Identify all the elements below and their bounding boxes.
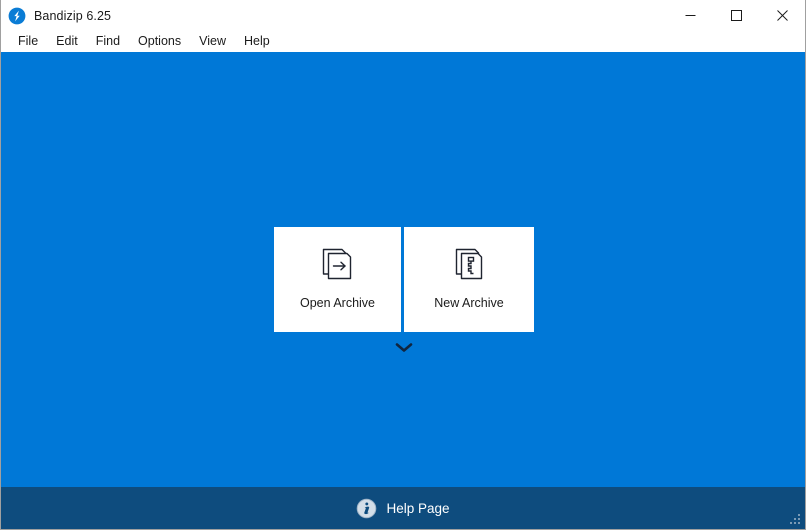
menu-bar: File Edit Find Options View Help [1, 31, 805, 52]
menu-item-options[interactable]: Options [129, 32, 190, 51]
open-archive-button[interactable]: Open Archive [274, 227, 404, 332]
window-title: Bandizip 6.25 [34, 8, 112, 23]
menu-item-help[interactable]: Help [235, 32, 279, 51]
close-icon [776, 10, 788, 21]
window-controls [667, 0, 805, 31]
maximize-icon [730, 10, 742, 21]
new-archive-label: New Archive [434, 296, 504, 310]
title-bar[interactable]: Bandizip 6.25 [1, 0, 805, 31]
minimize-button[interactable] [667, 0, 713, 31]
resize-grip[interactable] [788, 512, 802, 526]
minimize-icon [685, 15, 695, 16]
menu-item-edit[interactable]: Edit [47, 32, 87, 51]
open-archive-label: Open Archive [299, 296, 376, 310]
help-page-label: Help Page [386, 500, 450, 516]
help-page-bar[interactable]: Help Page [1, 487, 805, 529]
new-archive-icon [455, 248, 483, 280]
expand-more-button[interactable] [274, 338, 534, 356]
menu-item-find[interactable]: Find [87, 32, 129, 51]
help-page-link[interactable]: Help Page [356, 498, 450, 519]
bandizip-main-window: Bandizip 6.25 File Edit Find Options Vie… [0, 0, 806, 530]
chevron-down-icon [395, 342, 413, 352]
start-actions-cluster: Open Archive New Archive [274, 227, 534, 356]
maximize-button[interactable] [713, 0, 759, 31]
new-archive-button[interactable]: New Archive [404, 227, 534, 332]
menu-item-view[interactable]: View [190, 32, 235, 51]
menu-item-file[interactable]: File [9, 32, 47, 51]
open-archive-icon [322, 248, 351, 280]
main-canvas: Open Archive New Archive [1, 52, 805, 487]
close-button[interactable] [759, 0, 805, 31]
bandizip-logo-icon [8, 7, 26, 24]
action-panels: Open Archive New Archive [274, 227, 534, 332]
info-icon [357, 498, 377, 518]
